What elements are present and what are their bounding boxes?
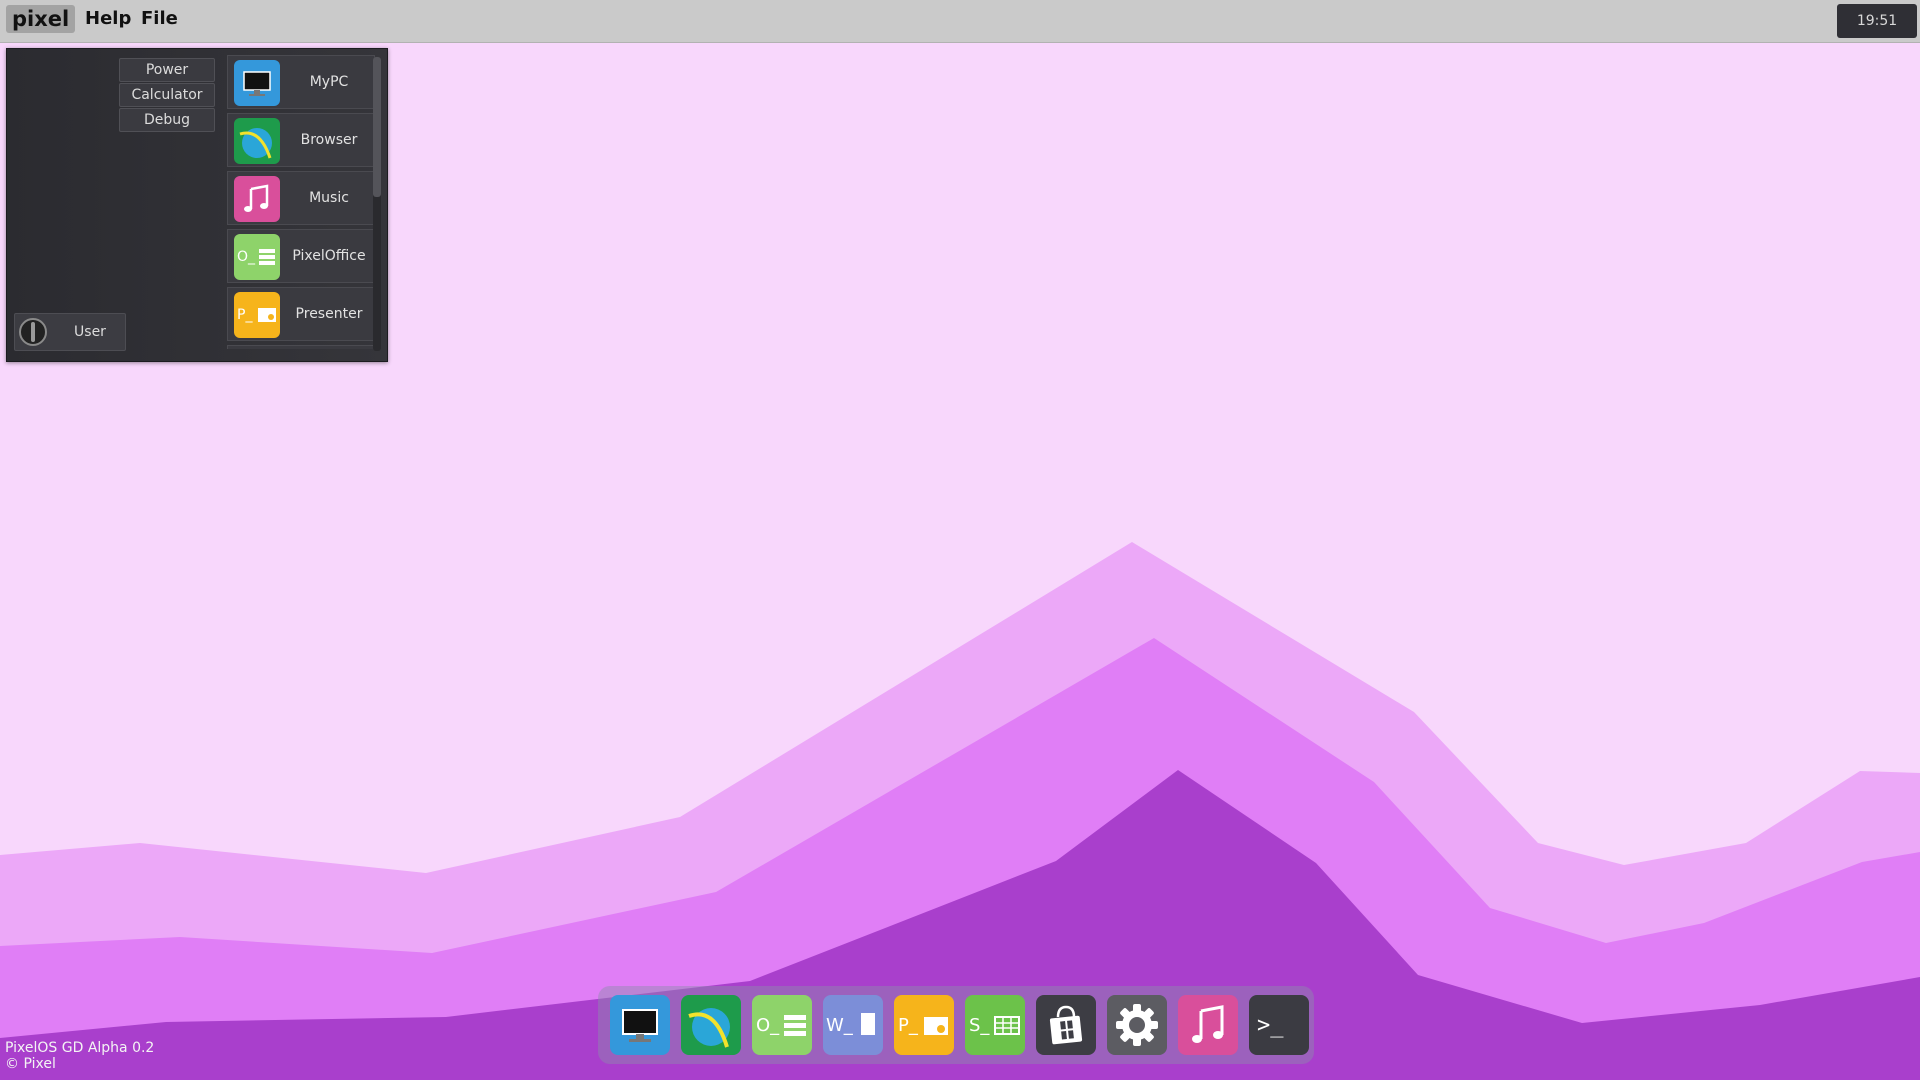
app-label: Music bbox=[309, 190, 349, 206]
music-note-icon bbox=[234, 176, 280, 222]
svg-text:P_: P_ bbox=[237, 307, 253, 323]
dock-settings-gear-icon[interactable] bbox=[1107, 995, 1167, 1055]
app-label: Browser bbox=[300, 132, 358, 148]
debug-button[interactable]: Debug bbox=[119, 108, 215, 132]
user-avatar-icon bbox=[19, 318, 47, 346]
dock-writer-glyph: W_ bbox=[826, 1015, 854, 1036]
app-item-music[interactable]: Music bbox=[227, 171, 375, 225]
app-label: Presenter bbox=[295, 306, 363, 322]
copyright: © Pixel bbox=[5, 1056, 56, 1072]
dock-office-glyph: O_ bbox=[756, 1015, 780, 1036]
app-list-scrollbar[interactable] bbox=[373, 57, 381, 351]
browser-globe-icon bbox=[234, 118, 280, 164]
svg-text:O_: O_ bbox=[237, 249, 256, 265]
dock-terminal-glyph: >_ bbox=[1257, 1013, 1284, 1038]
os-version-info: PixelOS GD Alpha 0.2 © Pixel bbox=[5, 1040, 154, 1072]
scrollbar-thumb[interactable] bbox=[373, 57, 381, 197]
monitor-icon bbox=[234, 60, 280, 106]
clock[interactable]: 19:51 bbox=[1837, 4, 1917, 38]
app-item-next-partial[interactable] bbox=[227, 345, 375, 349]
dock-presenter-glyph: P_ bbox=[898, 1015, 919, 1036]
user-label: User bbox=[74, 324, 106, 340]
calculator-button[interactable]: Calculator bbox=[119, 83, 215, 107]
presenter-icon: P_ bbox=[234, 292, 280, 338]
app-item-presenter[interactable]: P_ Presenter bbox=[227, 287, 375, 341]
app-list: MyPC Browser Music O_ PixelOffice P_ Pre… bbox=[221, 55, 379, 349]
pixel-logo-button[interactable]: pixel bbox=[6, 5, 76, 33]
app-label: PixelOffice bbox=[292, 248, 366, 264]
office-icon: O_ bbox=[234, 234, 280, 280]
app-label: MyPC bbox=[309, 74, 349, 90]
dock-presenter-icon[interactable]: P_ bbox=[894, 995, 954, 1055]
top-bar: pixel Help File 19:51 bbox=[0, 0, 1920, 43]
dock-music-note-icon[interactable] bbox=[1178, 995, 1238, 1055]
dock-mypc-monitor-icon[interactable] bbox=[610, 995, 670, 1055]
menu-help[interactable]: Help bbox=[85, 7, 131, 31]
user-button[interactable]: User bbox=[14, 313, 126, 351]
os-version: PixelOS GD Alpha 0.2 bbox=[5, 1040, 155, 1056]
menu-file[interactable]: File bbox=[141, 7, 178, 31]
dock: O_ W_ P_ S_ >_ bbox=[598, 986, 1314, 1064]
app-item-pixeloffice[interactable]: O_ PixelOffice bbox=[227, 229, 375, 283]
dock-sheets-icon[interactable]: S_ bbox=[965, 995, 1025, 1055]
dock-writer-icon[interactable]: W_ bbox=[823, 995, 883, 1055]
app-item-mypc[interactable]: MyPC bbox=[227, 55, 375, 109]
app-item-browser[interactable]: Browser bbox=[227, 113, 375, 167]
dock-terminal-icon[interactable]: >_ bbox=[1249, 995, 1309, 1055]
power-button[interactable]: Power bbox=[119, 58, 215, 82]
dock-office-icon[interactable]: O_ bbox=[752, 995, 812, 1055]
dock-sheets-glyph: S_ bbox=[969, 1015, 990, 1036]
dock-store-bag-icon[interactable] bbox=[1036, 995, 1096, 1055]
dock-browser-globe-icon[interactable] bbox=[681, 995, 741, 1055]
start-menu: Power Calculator Debug User MyPC Browser… bbox=[6, 48, 388, 362]
